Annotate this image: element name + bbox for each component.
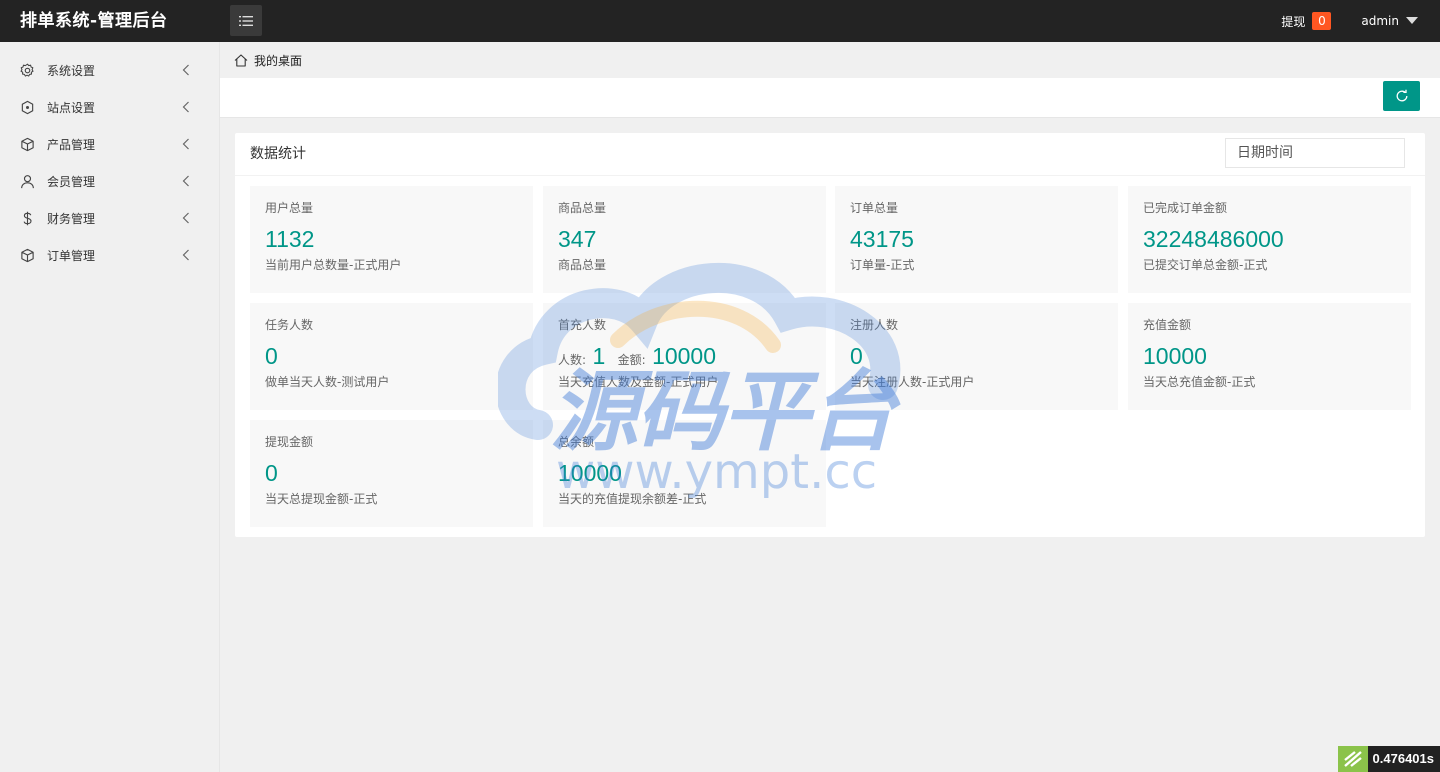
stat-label: 商品总量 [558, 201, 607, 215]
sidebar-item-label: 会员管理 [47, 175, 96, 189]
sidebar-item-label: 订单管理 [47, 249, 96, 263]
sidebar: 系统设置 站点设置 产品管理 会员管理 财务管理 订单管理 [0, 42, 220, 772]
stat-desc: 做单当天人数-测试用户 [265, 375, 390, 389]
box-icon [19, 248, 35, 264]
date-time-input[interactable] [1225, 138, 1405, 168]
people-label: 人数: [558, 353, 587, 367]
sidebar-item-finance-management[interactable]: 财务管理 [0, 200, 219, 237]
stat-total-orders: 订单总量 43175 订单量-正式 [835, 186, 1118, 293]
stat-value: 10000 [558, 460, 622, 486]
chevron-left-icon [182, 212, 190, 227]
amount-label: 金额: [617, 353, 646, 367]
stat-desc: 商品总量 [558, 258, 607, 272]
amount-value: 10000 [652, 343, 717, 369]
stat-value: 0 [265, 460, 278, 486]
refresh-button[interactable] [1383, 81, 1420, 111]
breadcrumb: 我的桌面 [220, 42, 1440, 78]
chevron-left-icon [182, 138, 190, 153]
stat-value: 43175 [850, 226, 914, 252]
stat-label: 用户总量 [265, 201, 314, 215]
stat-value: 1132 [265, 226, 315, 252]
load-timer: 0.476401s [1337, 746, 1440, 772]
stat-total-balance: 总余额 10000 当天的充值提现余额差-正式 [543, 420, 826, 527]
chevron-left-icon [182, 101, 190, 116]
sidebar-item-system-settings[interactable]: 系统设置 [0, 52, 219, 89]
caret-down-icon [1406, 16, 1418, 24]
stat-label: 充值金额 [1143, 318, 1192, 332]
sidebar-item-member-management[interactable]: 会员管理 [0, 163, 219, 200]
sidebar-item-label: 站点设置 [47, 101, 96, 115]
stat-label: 首充人数 [558, 318, 607, 332]
stat-total-products: 商品总量 347 商品总量 [543, 186, 826, 293]
toolbar [220, 78, 1440, 118]
stat-value: 0 [850, 343, 863, 369]
stat-label: 注册人数 [850, 318, 899, 332]
stat-withdraw-amount: 提现金额 0 当天总提现金额-正式 [250, 420, 533, 527]
stat-recharge-amount: 充值金额 10000 当天总充值金额-正式 [1128, 303, 1411, 410]
list-icon [239, 15, 253, 26]
brand-title: 排单系统-管理后台 [20, 11, 168, 31]
sidebar-item-product-management[interactable]: 产品管理 [0, 126, 219, 163]
stats-card-header: 数据统计 [235, 133, 1425, 176]
stat-label: 已完成订单金额 [1143, 201, 1228, 215]
stat-desc: 当天总提现金额-正式 [265, 492, 378, 506]
sidebar-item-label: 财务管理 [47, 212, 96, 226]
stat-desc: 当天注册人数-正式用户 [850, 375, 975, 389]
dollar-icon [19, 211, 35, 227]
stat-desc: 当前用户总数量-正式用户 [265, 258, 402, 272]
stat-value: 347 [558, 226, 597, 252]
chevron-left-icon [182, 64, 190, 79]
user-name: admin [1361, 14, 1399, 28]
chevron-left-icon [182, 249, 190, 264]
box-icon [19, 137, 35, 153]
user-menu[interactable]: admin [1361, 14, 1418, 28]
withdraw-count-badge: 0 [1312, 12, 1332, 30]
refresh-icon [1396, 89, 1407, 102]
stat-desc: 当天总充值金额-正式 [1143, 375, 1256, 389]
top-header: 排单系统-管理后台 提现 0 admin [0, 0, 1440, 42]
stat-desc: 当天的充值提现余额差-正式 [558, 492, 707, 506]
home-icon [234, 53, 248, 67]
stat-value: 0 [265, 343, 278, 369]
sidebar-item-order-management[interactable]: 订单管理 [0, 237, 219, 274]
chevron-left-icon [182, 175, 190, 190]
stat-label: 订单总量 [850, 201, 899, 215]
site-icon [19, 100, 35, 116]
stat-completed-order-amount: 已完成订单金额 32248486000 已提交订单总金额-正式 [1128, 186, 1411, 293]
stat-label: 提现金额 [265, 435, 314, 449]
sidebar-item-site-settings[interactable]: 站点设置 [0, 89, 219, 126]
sidebar-item-label: 系统设置 [47, 64, 96, 78]
stat-desc: 当天充值人数及金额-正式用户 [558, 375, 719, 389]
sidebar-item-label: 产品管理 [47, 138, 96, 152]
leaf-icon [1337, 746, 1368, 772]
stat-registrations: 注册人数 0 当天注册人数-正式用户 [835, 303, 1118, 410]
stat-value: 10000 [1143, 343, 1207, 369]
stat-first-recharge: 首充人数 人数: 1 金额: 10000 当天充值人数及金额-正式用户 [543, 303, 826, 410]
stat-value: 32248486000 [1143, 226, 1284, 252]
stats-card-title: 数据统计 [250, 146, 306, 162]
stat-label: 任务人数 [265, 318, 314, 332]
withdraw-notice[interactable]: 提现 0 [1281, 12, 1332, 30]
people-value: 1 [592, 343, 606, 369]
stat-desc: 订单量-正式 [850, 258, 915, 272]
load-time-value: 0.476401s [1367, 746, 1440, 772]
gear-icon [19, 63, 35, 79]
withdraw-label: 提现 [1281, 14, 1306, 29]
stat-label: 总余额 [558, 435, 595, 449]
user-icon [19, 174, 35, 190]
stat-total-users: 用户总量 1132 当前用户总数量-正式用户 [250, 186, 533, 293]
menu-toggle-button[interactable] [230, 5, 262, 36]
breadcrumb-home-link[interactable]: 我的桌面 [254, 52, 302, 69]
stat-value-combined: 人数: 1 金额: 10000 [558, 341, 811, 371]
stat-task-people: 任务人数 0 做单当天人数-测试用户 [250, 303, 533, 410]
stat-desc: 已提交订单总金额-正式 [1143, 258, 1268, 272]
